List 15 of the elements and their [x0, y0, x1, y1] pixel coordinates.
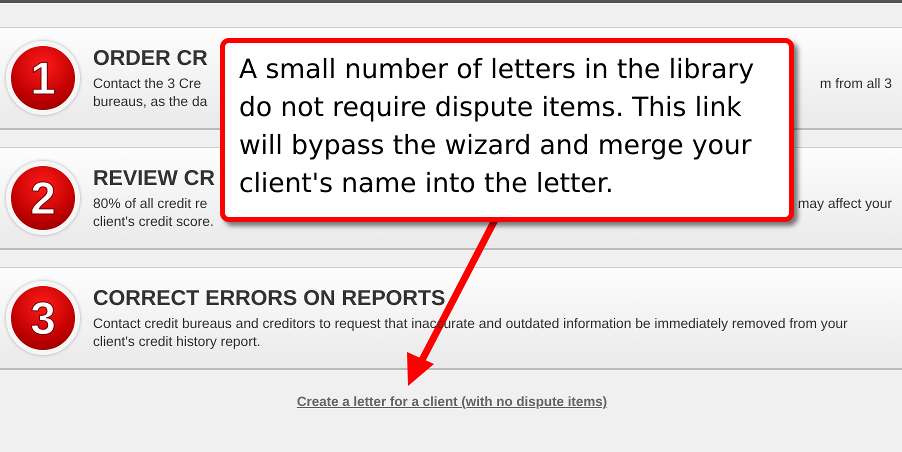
- step-description: bureaus, as the da: [93, 92, 208, 110]
- step-description: 80% of all credit re: [93, 194, 208, 212]
- step-description: may affect your: [798, 194, 892, 212]
- step-description: client's credit score.: [93, 212, 214, 230]
- step-description: client's credit history report.: [93, 332, 260, 350]
- step-description: m from all 3: [820, 74, 892, 92]
- step-title: REVIEW CR: [93, 166, 215, 190]
- step-description: Contact the 3 Cre: [93, 74, 202, 92]
- create-letter-link[interactable]: Create a letter for a client (with no dispute items): [296, 394, 608, 409]
- step-number: 2: [6, 161, 80, 235]
- step-title: ORDER CR: [93, 46, 208, 70]
- callout-text: A small number of letters in the library do not require dispute items. This link will bypass the wizard and merge your client's name into the letter.: [220, 38, 794, 222]
- step-number: 3: [6, 281, 80, 355]
- step-title: CORRECT ERRORS ON REPORTS: [93, 286, 446, 310]
- step-number: 1: [6, 41, 80, 115]
